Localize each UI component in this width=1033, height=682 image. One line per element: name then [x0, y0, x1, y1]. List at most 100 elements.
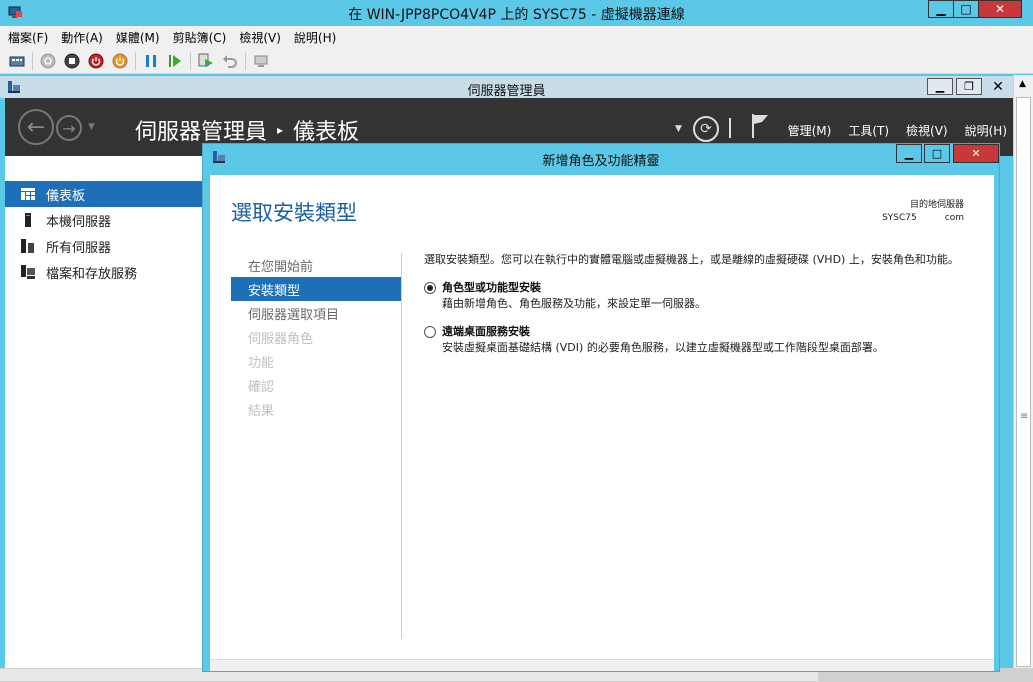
option-remote-desktop[interactable]: 遠端桌面服務安裝 安裝虛擬桌面基礎結構 (VDI) 的必要角色服務，以建立虛擬機… [424, 325, 972, 355]
refresh-button[interactable]: ⟳ [693, 116, 719, 142]
wizard-title: 新增角色及功能精靈 [542, 154, 660, 169]
shut-down-button[interactable] [87, 52, 105, 70]
sm-close-button[interactable]: ✕ [985, 78, 1011, 95]
page-title: 選取安裝類型 [231, 201, 357, 225]
menu-view[interactable]: 檢視(V) [239, 29, 281, 46]
step-server-roles: 伺服器角色 [248, 331, 314, 347]
pause-button[interactable] [142, 52, 160, 70]
option-role-based[interactable]: 角色型或功能型安裝 藉由新增角色、角色服務及功能，來設定單一伺服器。 [424, 281, 972, 311]
menu-clipboard[interactable]: 剪貼簿(C) [173, 29, 227, 46]
scrollbar-thumb[interactable] [1016, 97, 1031, 667]
option-description: 安裝虛擬桌面基礎結構 (VDI) 的必要角色服務，以建立虛擬機器型或工作階段型桌… [442, 341, 884, 354]
step-installation-type[interactable]: 安裝類型 [231, 277, 401, 301]
step-before-you-begin[interactable]: 在您開始前 [231, 253, 401, 277]
turn-off-icon [64, 53, 80, 68]
option-description: 藉由新增角色、角色服務及功能，來設定單一伺服器。 [442, 297, 706, 310]
sm-minimize-button[interactable]: ▁ [927, 78, 953, 95]
turn-off-button[interactable] [63, 52, 81, 70]
vm-title-bar: 在 WIN-JPP8PCO4V4P 上的 SYSC75 - 虛擬機器連線 ▁ □… [0, 0, 1033, 26]
maximize-button[interactable]: □ [953, 0, 979, 18]
revert-icon [223, 54, 237, 68]
forward-button[interactable]: → [56, 115, 82, 141]
sidebar-item-label: 檔案和存放服務 [46, 266, 138, 282]
scrollbar-grip-icon: ≡ [1020, 411, 1029, 422]
dashboard-icon [20, 187, 36, 201]
toolbar-separator [135, 51, 136, 70]
refresh-icon: ⟳ [700, 121, 712, 137]
sidebar-item-dashboard[interactable]: 儀表板 [5, 181, 202, 207]
resume-button[interactable] [166, 52, 184, 70]
menu-file[interactable]: 檔案(F) [8, 29, 48, 46]
vm-window-title: 在 WIN-JPP8PCO4V4P 上的 SYSC75 - 虛擬機器連線 [348, 7, 685, 23]
wizard-title-bar: 新增角色及功能精靈 ▁ □ ✕ [203, 144, 999, 171]
start-button[interactable] [39, 52, 57, 70]
menu-action[interactable]: 動作(A) [61, 29, 103, 46]
wizard-steps: 在您開始前 安裝類型 伺服器選取項目 伺服器角色 功能 確認 結果 [231, 253, 401, 421]
save-state-icon [112, 53, 128, 68]
role-based-radio[interactable] [424, 282, 436, 294]
sidebar-item-label: 所有伺服器 [46, 240, 112, 256]
enhanced-session-icon [254, 55, 268, 67]
menu-tools[interactable]: 工具(T) [848, 122, 889, 139]
wizard-minimize-button[interactable]: ▁ [896, 144, 922, 163]
step-server-selection[interactable]: 伺服器選取項目 [231, 301, 401, 325]
step-results: 結果 [248, 403, 275, 419]
toolbar-separator [190, 51, 191, 70]
checkpoint-icon [198, 53, 213, 67]
resume-icon [169, 54, 181, 67]
wizard-maximize-button[interactable]: □ [924, 144, 950, 163]
menu-sm-view[interactable]: 檢視(V) [906, 122, 948, 139]
pause-icon [146, 54, 156, 67]
step-features: 功能 [248, 355, 275, 371]
destination-server-info: 目的地伺服器 SYSC75 com [882, 199, 964, 225]
wizard-content: 選取安裝類型。您可以在執行中的實體電腦或虛擬機器上，或是離線的虛擬硬碟 (VHD… [424, 253, 972, 355]
checkpoint-button[interactable] [197, 52, 215, 70]
breadcrumb: 伺服器管理員 ▸ 儀表板 [135, 114, 359, 146]
ctrl-alt-del-button[interactable] [8, 52, 26, 70]
sidebar-item-all-servers[interactable]: 所有伺服器 [5, 233, 202, 259]
server-manager-menus: 管理(M) 工具(T) 檢視(V) 說明(H) [771, 122, 1007, 139]
all-servers-icon [20, 239, 36, 253]
revert-button[interactable] [221, 52, 239, 70]
header-divider [729, 118, 731, 138]
menu-manage[interactable]: 管理(M) [788, 122, 832, 139]
close-button[interactable]: ✕ [978, 0, 1022, 18]
toolbar-separator [32, 51, 33, 70]
minimize-button[interactable]: ▁ [928, 0, 954, 18]
destination-value-row: SYSC75 com [882, 212, 964, 225]
sidebar-item-label: 儀表板 [46, 188, 86, 204]
remote-desktop-radio[interactable] [424, 326, 436, 338]
server-manager-title: 伺服器管理員 [467, 84, 546, 99]
sidebar-item-file-storage[interactable]: 檔案和存放服務 [5, 259, 202, 285]
wizard-close-button[interactable]: ✕ [953, 144, 999, 163]
menu-media[interactable]: 媒體(M) [116, 29, 160, 46]
intro-text: 選取安裝類型。您可以在執行中的實體電腦或虛擬機器上，或是離線的虛擬硬碟 (VHD… [424, 253, 959, 266]
add-roles-wizard-dialog: 新增角色及功能精靈 ▁ □ ✕ 選取安裝類型 目的地伺服器 SYSC75 com … [202, 143, 1000, 672]
refresh-dropdown-icon[interactable]: ▼ [675, 124, 682, 134]
destination-label: 目的地伺服器 [909, 200, 964, 210]
enhanced-session-button[interactable] [252, 52, 270, 70]
shut-down-icon [88, 53, 104, 68]
wizard-body: 選取安裝類型 目的地伺服器 SYSC75 com 在您開始前 安裝類型 伺服器選取… [210, 175, 994, 671]
local-server-icon [20, 213, 36, 227]
sidebar-item-local-server[interactable]: 本機伺服器 [5, 207, 202, 233]
back-button[interactable]: ← [18, 109, 54, 145]
destination-domain: com [944, 213, 964, 223]
breadcrumb-root[interactable]: 伺服器管理員 [135, 114, 267, 146]
menu-sm-help[interactable]: 說明(H) [965, 122, 1007, 139]
notifications-flag-icon[interactable] [750, 112, 770, 140]
file-storage-icon [20, 265, 36, 279]
server-manager-title-bar: 伺服器管理員 ▁ ❐ ✕ [0, 75, 1013, 99]
menu-help[interactable]: 說明(H) [294, 29, 336, 46]
option-title: 遠端桌面服務安裝 [442, 325, 530, 338]
scroll-up-icon[interactable]: ▲ [1019, 79, 1026, 89]
back-arrow-icon: ← [26, 114, 46, 140]
vertical-scrollbar[interactable]: ▲ ≡ [1013, 75, 1033, 672]
server-manager-sidebar: 儀表板 本機伺服器 所有伺服器 檔案和存放服務 [5, 156, 202, 672]
save-state-button[interactable] [111, 52, 129, 70]
sm-restore-button[interactable]: ❐ [956, 78, 982, 95]
wizard-footer [210, 659, 994, 671]
history-dropdown-icon[interactable]: ▼ [88, 122, 95, 132]
toolbar-separator [245, 51, 246, 70]
